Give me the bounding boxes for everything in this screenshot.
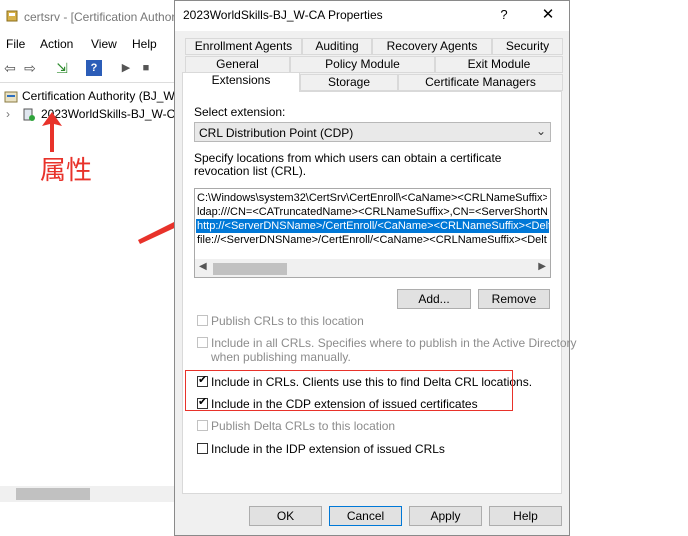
help-button[interactable]: Help	[489, 506, 562, 526]
menu-action[interactable]: Action	[40, 37, 73, 51]
annotation-label: 属性	[40, 156, 93, 186]
scroll-left-icon[interactable]: ◀	[199, 261, 207, 272]
list-item[interactable]: file://<ServerDNSName>/CertEnroll/<CaNam…	[197, 233, 547, 247]
mmc-toolbar: ⇦ ⇨ ⇲ ? ▶ ■	[0, 54, 180, 83]
include-all-crls-checkbox[interactable]	[197, 337, 208, 348]
menu-help[interactable]: Help	[132, 37, 157, 51]
tab-exit-module[interactable]: Exit Module	[435, 56, 563, 73]
annotation-arrow-up-icon	[42, 112, 62, 152]
publish-delta-crls-label: Publish Delta CRLs to this location	[211, 419, 396, 433]
menu-file[interactable]: File	[6, 37, 25, 51]
tab-auditing[interactable]: Auditing	[302, 38, 372, 55]
back-arrow-icon[interactable]: ⇦	[2, 60, 18, 76]
chevron-right-icon[interactable]: ›	[6, 107, 10, 121]
help-title-button[interactable]: ?	[493, 5, 515, 25]
export-list-icon[interactable]: ⇲	[54, 60, 70, 76]
publish-crls-label: Publish CRLs to this location	[211, 314, 364, 328]
help-icon[interactable]: ?	[86, 60, 102, 76]
close-icon[interactable]: ✕	[535, 5, 561, 25]
include-all-crls-label: Include in all CRLs. Specifies where to …	[211, 336, 577, 350]
cancel-button[interactable]: Cancel	[329, 506, 402, 526]
dialog-title-bar: 2023WorldSkills-BJ_W-CA Properties ? ✕	[175, 1, 569, 31]
list-item-selected[interactable]: http://<ServerDNSName>/CertEnroll/<CaNam…	[196, 219, 549, 233]
tab-extensions[interactable]: Extensions	[182, 72, 300, 92]
locations-description: Specify locations from which users can o…	[194, 151, 502, 178]
certsrv-app-icon	[6, 10, 18, 22]
tab-certificate-managers[interactable]: Certificate Managers	[398, 74, 563, 91]
properties-dialog: 2023WorldSkills-BJ_W-CA Properties ? ✕ E…	[174, 0, 577, 536]
tab-recovery-agents[interactable]: Recovery Agents	[372, 38, 492, 55]
scroll-right-icon[interactable]: ▶	[538, 261, 546, 272]
annotation-highlight-box	[185, 370, 513, 411]
locations-list[interactable]: C:\Windows\system32\CertSrv\CertEnroll\<…	[194, 188, 551, 278]
extension-select-value: CRL Distribution Point (CDP)	[199, 126, 354, 140]
include-all-crls-label-line2: when publishing manually.	[211, 350, 351, 364]
tab-storage[interactable]: Storage	[300, 74, 398, 91]
include-idp-extension-checkbox[interactable]	[197, 443, 208, 454]
remove-button[interactable]: Remove	[478, 289, 550, 309]
dialog-title: 2023WorldSkills-BJ_W-CA Properties	[183, 8, 383, 22]
mmc-title: certsrv - [Certification Authority	[24, 10, 188, 24]
start-service-icon[interactable]: ▶	[118, 60, 134, 76]
mmc-title-bar: certsrv - [Certification Authority	[0, 0, 187, 34]
menu-view[interactable]: View	[91, 37, 117, 51]
publish-crls-checkbox[interactable]	[197, 315, 208, 326]
chevron-down-icon[interactable]: ⌄	[536, 124, 546, 138]
forward-arrow-icon[interactable]: ⇨	[22, 60, 38, 76]
tab-policy-module[interactable]: Policy Module	[290, 56, 435, 73]
publish-delta-crls-checkbox[interactable]	[197, 420, 208, 431]
extension-select[interactable]: CRL Distribution Point (CDP) ⌄	[194, 122, 551, 142]
list-scroll-thumb[interactable]	[213, 263, 287, 275]
apply-button[interactable]: Apply	[409, 506, 482, 526]
tab-enrollment-agents[interactable]: Enrollment Agents	[185, 38, 302, 55]
mmc-menu-bar: File Action View Help	[0, 34, 180, 54]
ok-button[interactable]: OK	[249, 506, 322, 526]
ca-server-icon	[23, 108, 35, 121]
add-button[interactable]: Add...	[397, 289, 471, 309]
list-item[interactable]: C:\Windows\system32\CertSrv\CertEnroll\<…	[197, 191, 547, 205]
tab-security[interactable]: Security	[492, 38, 563, 55]
tree-scroll-thumb[interactable]	[16, 488, 90, 500]
select-extension-label: Select extension:	[194, 105, 286, 119]
include-idp-extension-label: Include in the IDP extension of issued C…	[211, 442, 445, 456]
tab-general[interactable]: General	[185, 56, 290, 73]
list-item[interactable]: ldap:///CN=<CATruncatedName><CRLNameSuff…	[197, 205, 547, 219]
ca-root-icon	[4, 91, 18, 103]
stop-service-icon[interactable]: ■	[138, 60, 154, 76]
